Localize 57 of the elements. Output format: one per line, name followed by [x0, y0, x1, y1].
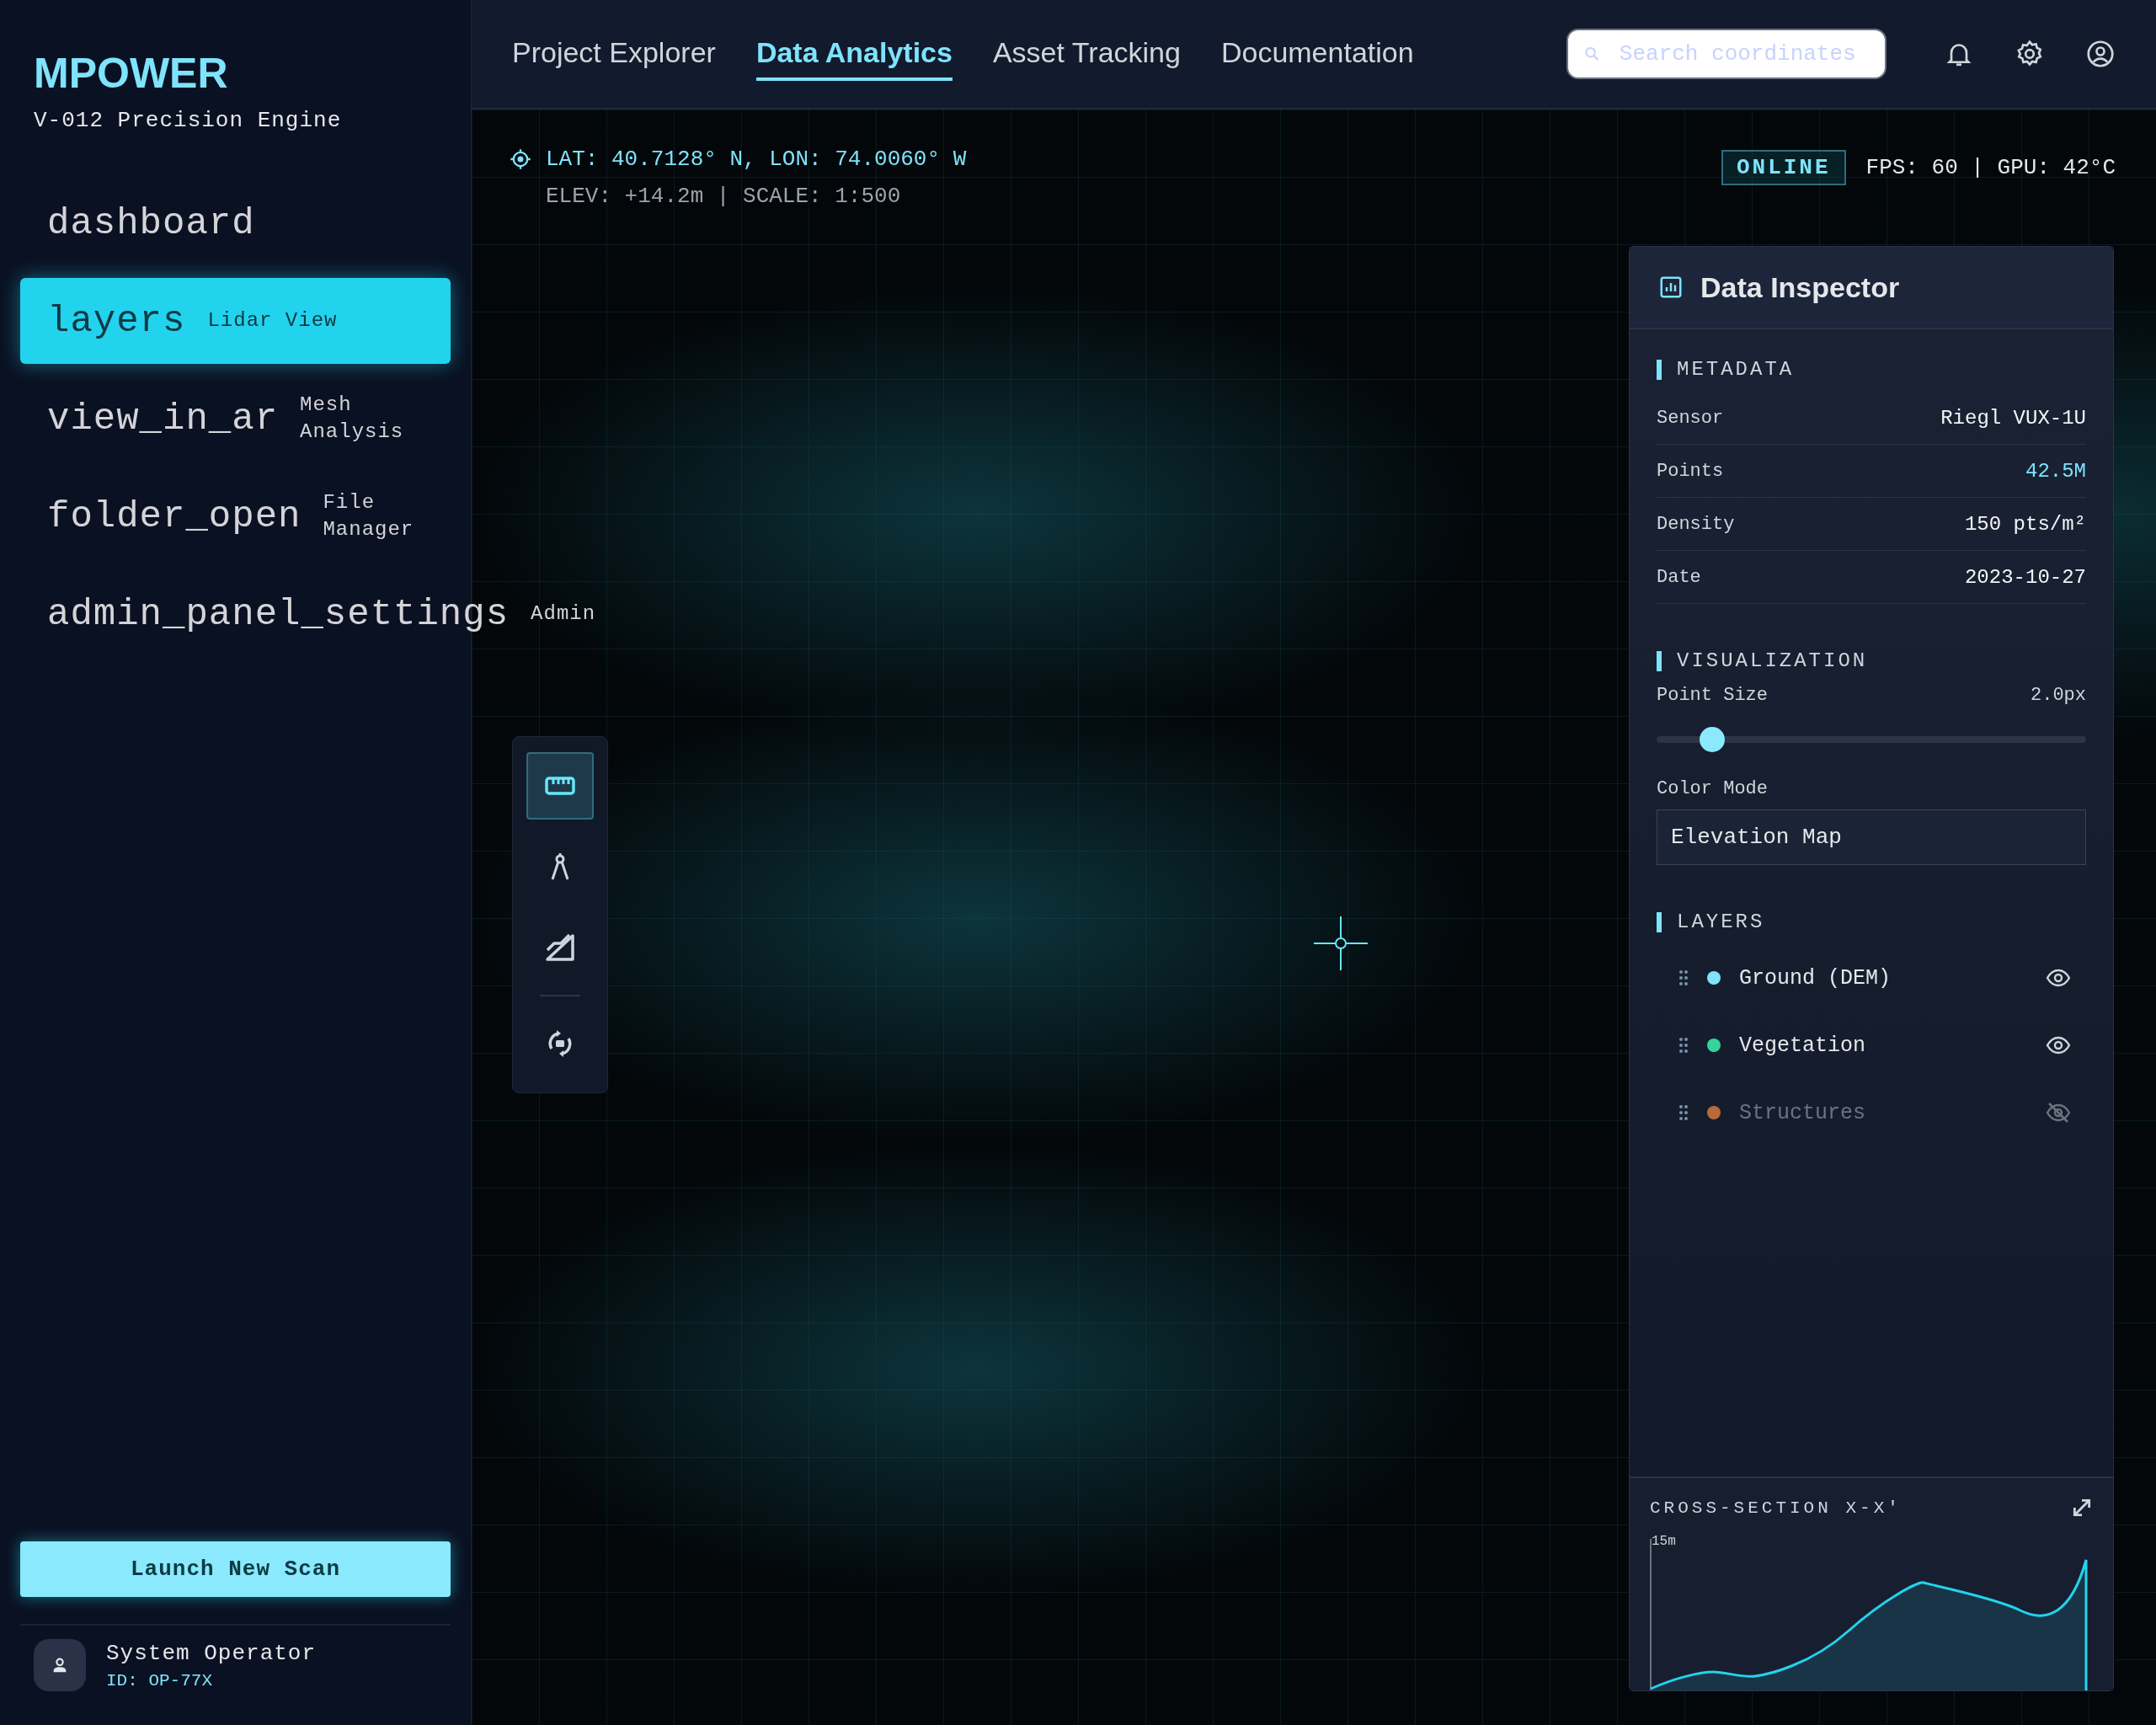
layer-name: Structures [1739, 1100, 1866, 1125]
app-logo: MPOWER [34, 49, 228, 98]
nav-tab[interactable]: Project Explorer [512, 27, 716, 81]
sidebar-item[interactable]: folder_open File Manager [20, 473, 468, 559]
drag-handle-icon[interactable] [1678, 1104, 1689, 1121]
user-name: System Operator [106, 1640, 317, 1666]
performance-stats: FPS: 60 | GPU: 42°C [1865, 155, 2116, 180]
coordinates-text: LAT: 40.7128° N, LON: 74.0060° W [546, 147, 967, 172]
ruler-icon [545, 777, 575, 795]
metadata-value: 150 pts/m² [1964, 512, 2086, 536]
metadata-value: 2023-10-27 [1964, 565, 2086, 589]
nav-tab[interactable]: Documentation [1220, 27, 1414, 81]
sidebar-item[interactable]: dashboard [20, 180, 451, 266]
nav-tab[interactable]: Asset Tracking [992, 27, 1181, 81]
slope-icon [545, 933, 575, 962]
eye-icon[interactable] [2046, 969, 2071, 987]
location-icon [509, 147, 532, 171]
metadata-value: Riegl VUX-1U [1940, 406, 2086, 430]
layer-name: Ground (DEM) [1739, 965, 1892, 991]
metadata-label: Sensor [1657, 407, 1724, 429]
metadata-label: Points [1657, 460, 1724, 482]
cross-section-title: CROSS-SECTION X-X' [1650, 1498, 1902, 1518]
slider-thumb[interactable] [1700, 727, 1726, 752]
section-heading: LAYERS [1657, 912, 2086, 932]
user-id: ID: OP-77X [106, 1670, 214, 1690]
chart-icon [1658, 275, 1684, 300]
point-size-label: Point Size [1657, 685, 1769, 706]
point-size-value: 2.0px [2031, 685, 2086, 706]
sidebar-item[interactable]: view_in_ar Mesh Analysis [20, 376, 451, 462]
section-heading: VISUALIZATION [1657, 651, 2086, 671]
expand-icon[interactable] [2071, 1497, 2093, 1519]
crosshair-icon [1314, 916, 1368, 970]
drag-handle-icon[interactable] [1678, 1037, 1689, 1054]
nav-tab[interactable]: Data Analytics [755, 27, 953, 81]
color-mode-select[interactable]: Elevation Map [1657, 809, 2086, 865]
app-subtitle: V-012 Precision Engine [34, 108, 342, 133]
compass-icon [551, 852, 569, 881]
launch-scan-button[interactable]: Launch New Scan [20, 1541, 451, 1597]
metadata-value: 42.5M [2025, 459, 2086, 483]
section-heading: METADATA [1657, 360, 2086, 380]
panel-title: Data Inspector [1700, 270, 1900, 304]
axis-label: 15m [1652, 1534, 1676, 1549]
search-field[interactable]: Search coordinates [1617, 40, 1870, 67]
metadata-label: Date [1657, 566, 1701, 588]
drag-handle-icon[interactable] [1678, 969, 1689, 986]
eye-off-icon[interactable] [2046, 1102, 2071, 1124]
layer-name: Vegetation [1739, 1033, 1866, 1058]
tool-button[interactable] [526, 752, 594, 820]
color-mode-label: Color Mode [1657, 778, 1769, 799]
search-bar[interactable]: Search coordinates [1566, 29, 1886, 79]
sidebar-item[interactable]: layers Lidar View [20, 278, 451, 364]
sidebar-item[interactable]: admin_panel_settings Admin [20, 571, 623, 657]
account-icon[interactable] [2085, 39, 2116, 69]
elevation-text: ELEV: +14.2m | SCALE: 1:500 [546, 184, 902, 209]
eye-icon[interactable] [2046, 1036, 2071, 1055]
metadata-label: Density [1657, 513, 1735, 535]
status-badge: ONLINE [1721, 150, 1846, 185]
